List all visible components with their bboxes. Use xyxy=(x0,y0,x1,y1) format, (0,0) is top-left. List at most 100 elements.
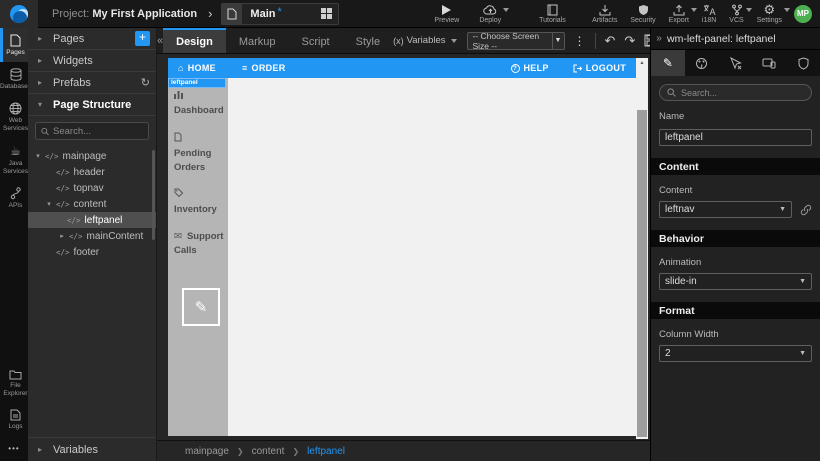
variables-button[interactable]: (x) Variables xyxy=(393,35,456,46)
tab-style[interactable]: Style xyxy=(343,28,393,53)
edit-widget-button[interactable]: ✎ xyxy=(182,288,220,326)
rail-item-apis[interactable]: APIs xyxy=(0,181,28,215)
envelope-icon: ✉ xyxy=(174,230,182,244)
breadcrumb-mainpage[interactable]: mainpage xyxy=(185,446,229,457)
caret-down-icon xyxy=(746,8,752,12)
canvas-nav-inventory[interactable]: Inventory xyxy=(174,188,224,217)
canvas-nav-dashboard[interactable]: Dashboard xyxy=(174,90,224,119)
tree-node-content[interactable]: ▾ </> content xyxy=(28,196,156,212)
tab-properties[interactable]: ✎ xyxy=(651,50,685,76)
pencil-icon: ✎ xyxy=(195,298,208,316)
scroll-up-icon[interactable]: ▲ xyxy=(636,58,648,68)
tab-devices[interactable] xyxy=(752,50,786,76)
sidebar-section-page-structure[interactable]: ▾ Page Structure xyxy=(28,94,156,116)
tree-node-header[interactable]: </> header xyxy=(28,164,156,180)
tab-markup[interactable]: Markup xyxy=(226,28,289,53)
caret-right-icon: ▸ xyxy=(38,445,45,454)
properties-search[interactable] xyxy=(659,84,812,101)
preview-button[interactable]: Preview xyxy=(434,3,459,24)
tab-events[interactable] xyxy=(719,50,753,76)
structure-search[interactable] xyxy=(35,122,149,140)
caret-down-icon: ▾ xyxy=(45,200,53,208)
canvas-order-link[interactable]: ≡ ORDER xyxy=(242,63,286,73)
sidebar-section-widgets[interactable]: ▸ Widgets xyxy=(28,50,156,72)
page-tab-main[interactable]: Main * xyxy=(221,3,339,25)
caret-right-icon: ▸ xyxy=(38,78,45,87)
security-button[interactable]: Security xyxy=(630,3,655,24)
rail-item-databases[interactable]: Databases xyxy=(0,62,28,96)
breadcrumb-content[interactable]: content xyxy=(252,446,285,457)
canvas-scrollbar[interactable]: ▲ xyxy=(636,58,648,439)
page-grid-icon[interactable] xyxy=(321,8,332,19)
refresh-icon[interactable]: ↻ xyxy=(141,76,150,89)
tab-design[interactable]: Design xyxy=(163,28,226,53)
canvas-left-panel[interactable]: Dashboard Pending Orders Inventory ✉Supp… xyxy=(168,78,228,436)
canvas-nav-support-calls[interactable]: ✉Support Calls xyxy=(174,230,224,259)
chevron-right-icon: ❯ xyxy=(237,447,244,456)
rail-item-java-services[interactable]: ☕ Java Services xyxy=(0,139,28,181)
tree-node-maincontent[interactable]: ▸ </> mainContent xyxy=(28,228,156,244)
vcs-button[interactable]: VCS xyxy=(729,3,743,24)
screen-size-select[interactable]: -- Choose Screen Size -- ▼ xyxy=(467,32,565,50)
undo-icon[interactable]: ↶ xyxy=(605,34,616,47)
more-options-icon[interactable]: ••• xyxy=(0,436,28,461)
canvas-home-link[interactable]: ⌂ HOME xyxy=(178,63,216,73)
canvas-nav-pending-orders[interactable]: Pending Orders xyxy=(174,132,224,176)
sidebar-section-prefabs[interactable]: ▸ Prefabs ↻ xyxy=(28,72,156,94)
logs-icon xyxy=(10,409,21,421)
i18n-button[interactable]: A i18N xyxy=(702,3,716,24)
scrollbar-thumb[interactable] xyxy=(637,110,647,437)
tree-node-topnav[interactable]: </> topnav xyxy=(28,180,156,196)
branch-icon xyxy=(731,3,743,16)
coffee-icon: ☕ xyxy=(10,145,21,158)
export-button[interactable]: Export xyxy=(669,3,689,24)
tab-styles[interactable] xyxy=(685,50,719,76)
tab-script[interactable]: Script xyxy=(289,28,343,53)
tree-node-mainpage[interactable]: ▾ </> mainpage xyxy=(28,148,156,164)
structure-search-input[interactable] xyxy=(53,126,143,137)
tree-scrollbar[interactable] xyxy=(152,150,155,240)
run-actions: Preview Deploy Tutorials xyxy=(434,3,565,24)
caret-down-icon xyxy=(451,39,457,43)
kebab-menu-icon[interactable]: ⋮ xyxy=(574,34,586,48)
page-file-icon xyxy=(222,4,242,24)
link-icon[interactable] xyxy=(800,204,812,216)
column-width-select[interactable]: 2 ▼ xyxy=(659,345,812,362)
top-header: Project: My First Application › Main * P… xyxy=(0,0,820,28)
properties-search-input[interactable] xyxy=(681,88,791,98)
tree-node-leftpanel[interactable]: </> leftpanel xyxy=(28,212,156,228)
name-label: Name xyxy=(659,111,812,122)
redo-icon[interactable]: ↷ xyxy=(624,34,635,47)
canvas-main-content[interactable] xyxy=(228,78,636,436)
selected-widget-tag[interactable]: leftpanel xyxy=(168,78,226,88)
expand-panel-icon[interactable]: » xyxy=(651,33,667,44)
add-page-button[interactable]: + xyxy=(135,31,150,46)
sidebar-section-pages[interactable]: ▸ Pages + xyxy=(28,28,156,50)
tree-node-footer[interactable]: </> footer xyxy=(28,244,156,260)
user-avatar[interactable]: MP xyxy=(794,5,812,23)
design-canvas: ⌂ HOME ≡ ORDER ? HELP xyxy=(157,54,650,440)
wavemaker-logo-icon xyxy=(10,5,28,23)
canvas-help-link[interactable]: ? HELP xyxy=(511,63,549,73)
unsaved-indicator: * xyxy=(277,6,281,18)
caret-down-icon: ▾ xyxy=(34,152,42,160)
artifacts-button[interactable]: Artifacts xyxy=(592,3,617,24)
left-sidebar: ▸ Pages + ▸ Widgets ▸ Prefabs ↻ ▾ Page S… xyxy=(28,28,157,461)
rail-item-pages[interactable]: Pages xyxy=(0,28,28,62)
project-name: My First Application xyxy=(92,8,197,20)
sidebar-section-variables[interactable]: ▸ Variables xyxy=(28,437,156,461)
rail-item-web-services[interactable]: Web Services xyxy=(0,96,28,138)
canvas-logout-link[interactable]: LOGOUT xyxy=(573,63,626,73)
name-field[interactable] xyxy=(659,129,812,146)
rail-item-file-explorer[interactable]: File Explorer xyxy=(0,363,28,403)
animation-select[interactable]: slide-in ▼ xyxy=(659,273,812,290)
settings-button[interactable]: ⚙ Settings xyxy=(757,3,782,24)
tab-security[interactable] xyxy=(786,50,820,76)
deploy-button[interactable]: Deploy xyxy=(479,3,501,24)
rail-item-logs[interactable]: Logs xyxy=(0,403,28,436)
tutorials-button[interactable]: Tutorials xyxy=(539,3,566,24)
breadcrumb-leftpanel[interactable]: leftpanel xyxy=(307,446,345,457)
app-logo[interactable] xyxy=(0,0,38,28)
code-icon: </> xyxy=(56,184,70,193)
content-select[interactable]: leftnav ▼ xyxy=(659,201,792,218)
